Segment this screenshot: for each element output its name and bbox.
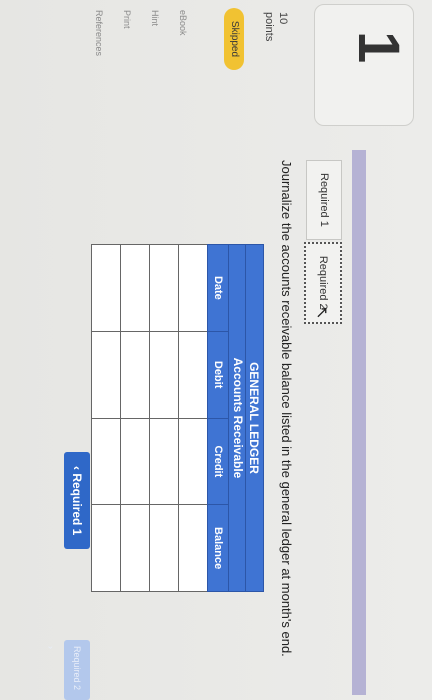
- date-input[interactable]: [92, 245, 120, 331]
- ledger-body: [91, 244, 208, 592]
- credit-input[interactable]: [121, 418, 149, 505]
- status-badge: Skipped: [224, 8, 244, 70]
- print-link[interactable]: Print: [122, 10, 132, 29]
- references-link[interactable]: References: [94, 10, 104, 56]
- balance-input[interactable]: [150, 505, 178, 591]
- next-button-label: Required 2: [72, 646, 82, 691]
- ebook-link[interactable]: eBook: [178, 10, 188, 36]
- table-row: [149, 244, 179, 592]
- credit-input[interactable]: [150, 418, 178, 505]
- table-row: [178, 244, 208, 592]
- ledger-subtitle: Accounts Receivable: [229, 244, 245, 592]
- hint-link[interactable]: Hint: [150, 10, 160, 26]
- table-row: [120, 244, 150, 592]
- column-credit: Credit: [207, 418, 229, 505]
- instruction-text: Journalize the accounts receivable balan…: [279, 160, 294, 657]
- debit-input[interactable]: [150, 331, 178, 418]
- progress-bar: [352, 150, 366, 695]
- credit-input[interactable]: [179, 418, 207, 505]
- points-label: points: [263, 12, 275, 42]
- cursor-icon: ↖: [313, 306, 330, 320]
- date-input[interactable]: [150, 245, 178, 331]
- next-button[interactable]: Required 2 ›: [46, 640, 90, 700]
- tab-required-1[interactable]: Required 1: [306, 160, 342, 240]
- debit-input[interactable]: [179, 331, 207, 418]
- screen: 1 10 points Skipped eBook Hint Print Ref…: [0, 0, 432, 700]
- ledger-table: Date Debit Credit Balance: [91, 244, 229, 592]
- balance-input[interactable]: [179, 505, 207, 591]
- chevron-left-icon: ‹: [70, 466, 84, 470]
- date-input[interactable]: [179, 245, 207, 331]
- points-value: 10: [277, 12, 289, 25]
- column-date: Date: [207, 244, 229, 332]
- debit-input[interactable]: [121, 331, 149, 418]
- previous-button[interactable]: ‹ Required 1: [64, 452, 90, 550]
- debit-input[interactable]: [92, 331, 120, 418]
- previous-button-label: Required 1: [70, 473, 84, 536]
- column-balance: Balance: [207, 504, 229, 592]
- general-ledger: GENERAL LEDGER Accounts Receivable Date …: [91, 244, 264, 592]
- points-info: 10 points: [262, 12, 290, 72]
- table-row: [91, 244, 121, 592]
- balance-input[interactable]: [92, 505, 120, 591]
- credit-input[interactable]: [92, 418, 120, 505]
- question-number: 1: [346, 31, 411, 64]
- chevron-right-icon: ›: [46, 646, 56, 649]
- question-number-box: 1: [314, 4, 414, 126]
- balance-input[interactable]: [121, 505, 149, 591]
- column-debit: Debit: [207, 331, 229, 418]
- ledger-title: GENERAL LEDGER: [245, 244, 264, 592]
- tab-bar: Required 1 Required 2: [304, 160, 342, 324]
- date-input[interactable]: [121, 245, 149, 331]
